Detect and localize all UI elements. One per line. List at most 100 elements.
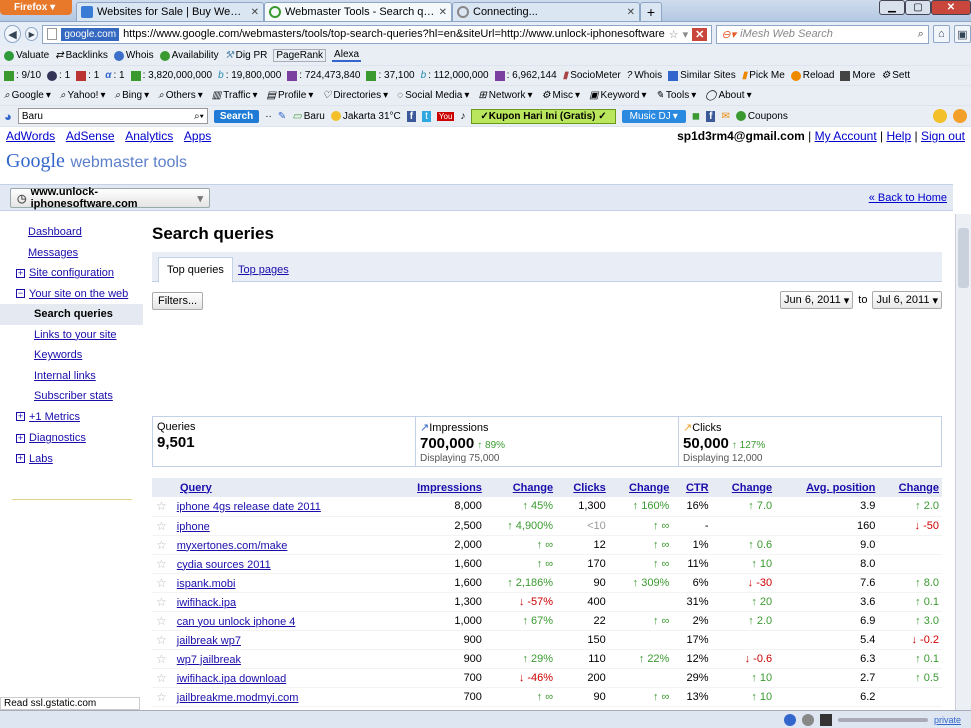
column-header-position-change[interactable]: Change (878, 478, 942, 497)
url-bar[interactable]: google.com https://www.google.com/webmas… (42, 24, 713, 44)
date-from-select[interactable]: Jun 6, 2011 ▾ (780, 291, 854, 309)
query-link[interactable]: myxertones.com/make (177, 540, 288, 552)
adsense-link[interactable]: AdSense (66, 129, 115, 143)
toolbar-item-similar-sites[interactable]: Similar Sites (668, 70, 736, 81)
toolbar-item-valuate[interactable]: Valuate (4, 50, 49, 61)
search-icon[interactable]: ⌕▾ (194, 111, 204, 122)
star-icon[interactable]: ☆ (156, 538, 167, 552)
sidebar-item-links-to-your-site[interactable]: Links to your site (0, 325, 143, 346)
search-engine-icon[interactable]: ⊖▾ (721, 28, 736, 41)
toolbar-item-backlinks[interactable]: ⇄ Backlinks (55, 50, 108, 61)
back-to-home-link[interactable]: « Back to Home (869, 192, 947, 204)
browser-tab-2[interactable]: Webmaster Tools - Search queries ✕ (264, 1, 452, 21)
star-icon[interactable]: ☆ (156, 690, 167, 704)
toolbar-item-digpr[interactable]: ⚒ Dig PR (225, 50, 268, 61)
menu-tools[interactable]: ✎ Tools ▾ (655, 90, 696, 101)
column-header-clicks[interactable]: Clicks (556, 478, 609, 497)
sidebar-item-label[interactable]: Keywords (34, 349, 82, 361)
column-header-ctr[interactable]: CTR (672, 478, 712, 497)
expand-icon[interactable]: + (16, 412, 25, 422)
query-link[interactable]: iwifihack.ipa (177, 597, 236, 609)
metric-pagerank[interactable]: : 9/10 (4, 70, 41, 81)
sidebar-item-label[interactable]: Messages (28, 247, 78, 259)
menu-bing[interactable]: ⌕ Bing ▾ (114, 90, 149, 101)
menu-traffic[interactable]: ▥ Traffic ▾ (212, 90, 258, 101)
toolbar-item-reload[interactable]: Reload (790, 70, 834, 81)
toolbar-highlight-icon[interactable]: ✎ (278, 111, 286, 122)
sidebar-item-keywords[interactable]: Keywords (0, 345, 143, 366)
addon-icon[interactable] (953, 109, 967, 123)
facebook-icon[interactable]: f (406, 110, 417, 122)
url-text[interactable]: https://www.google.com/webmasters/tools/… (123, 28, 665, 40)
star-icon[interactable]: ☆ (156, 595, 167, 609)
metric-yahoo-backlinks[interactable]: : 6,962,144 (494, 70, 557, 81)
sidebar-item-label[interactable]: Your site on the web (29, 288, 128, 300)
coupons-button[interactable]: Coupons (735, 111, 788, 122)
date-to-select[interactable]: Jul 6, 2011 ▾ (872, 291, 942, 309)
browser-tab-1[interactable]: Websites for Sale | Buy Websites for S..… (76, 1, 264, 21)
close-tab-icon[interactable]: ✕ (251, 7, 259, 18)
metric-google-backlinks[interactable]: : 37,100 (366, 70, 415, 81)
tab-top-pages[interactable]: Top pages (230, 257, 297, 283)
star-icon[interactable]: ☆ (156, 652, 167, 666)
menu-social-media[interactable]: ◌ Social Media ▾ (397, 90, 469, 101)
mail-icon[interactable]: ✉ (721, 111, 729, 122)
metric-bing-backlinks[interactable]: b: 112,000,000 (421, 70, 489, 81)
column-header-impressions-change[interactable]: Change (484, 478, 557, 497)
sidebar-item-subscriber-stats[interactable]: Subscriber stats (0, 386, 143, 407)
star-icon[interactable]: ☆ (156, 671, 167, 685)
sidebar-item-label[interactable]: Internal links (34, 370, 96, 382)
sidebar-item-messages[interactable]: Messages (0, 243, 143, 264)
metric-google-index[interactable]: : 3,820,000,000 (130, 70, 212, 81)
star-icon[interactable]: ☆ (156, 557, 167, 571)
metric-alexa[interactable]: α: 1 (105, 70, 124, 81)
tab-top-queries[interactable]: Top queries (158, 257, 233, 283)
star-icon[interactable]: ☆ (156, 519, 167, 533)
column-header-avg-position[interactable]: Avg. position (775, 478, 879, 497)
menu-directories[interactable]: ♡ Directories ▾ (322, 90, 388, 101)
query-link[interactable]: jailbreak wp7 (177, 635, 241, 647)
sidebar-item-label[interactable]: +1 Metrics (29, 411, 80, 423)
sidebar-item-labs[interactable]: + Labs (0, 449, 143, 470)
filters-button[interactable]: Filters... (152, 292, 204, 310)
menu-keyword[interactable]: ▣ Keyword ▾ (589, 90, 646, 101)
toolbar-item-pick-me[interactable]: ▮ Pick Me (742, 70, 785, 81)
toolbar-search-input[interactable]: Baru ⌕▾ (17, 108, 208, 124)
search-icon[interactable]: ⌕ (918, 28, 924, 41)
addon-status-icon[interactable] (819, 713, 832, 726)
expand-icon[interactable]: + (16, 433, 25, 443)
query-link[interactable]: iphone (177, 521, 210, 533)
stat-queries[interactable]: Queries 9,501 (153, 417, 416, 466)
browser-tab-3[interactable]: Connecting... ✕ (452, 1, 640, 21)
query-link[interactable]: iwifihack.ipa download (177, 673, 286, 685)
query-link[interactable]: jailbreakme.modmyi.com (177, 692, 299, 704)
sidebar-item-dashboard[interactable]: Dashboard (0, 222, 143, 243)
sign-out-link[interactable]: Sign out (921, 129, 965, 143)
back-button[interactable]: ◀ (4, 25, 22, 43)
collapse-icon[interactable]: − (16, 289, 25, 299)
webmaster-tools-logo[interactable]: Google webmaster tools (6, 150, 187, 173)
column-header-query[interactable]: Query (152, 478, 388, 497)
star-icon[interactable]: ☆ (156, 499, 167, 513)
toolbar-item-availability[interactable]: Availability (159, 50, 219, 61)
sidebar-item-label[interactable]: Dashboard (28, 226, 82, 238)
sidebar-item-label[interactable]: Diagnostics (29, 432, 86, 444)
stat-impressions[interactable]: ↗Impressions 700,000 ↑ 89% Displaying 75,… (416, 417, 679, 466)
kupon-button[interactable]: ✓Kupon Hari Ini (Gratis) ✓ (471, 108, 616, 124)
video-icon[interactable]: ◼ (692, 111, 700, 122)
new-tab-button[interactable]: + (640, 1, 662, 21)
metric-bing-index[interactable]: b: 19,800,000 (218, 70, 281, 81)
forward-button[interactable]: ▶ (25, 27, 39, 41)
sidebar-item-diagnostics[interactable]: + Diagnostics (0, 428, 143, 449)
sidebar-item-internal-links[interactable]: Internal links (0, 366, 143, 387)
analytics-link[interactable]: Analytics (125, 129, 173, 143)
toolbar-search-button[interactable]: Search (213, 109, 260, 123)
music-dj-button[interactable]: Music DJ ▾ (621, 109, 686, 123)
toolbar-item-settings[interactable]: ⚙ Sett (881, 70, 910, 81)
expand-icon[interactable]: + (16, 454, 25, 464)
toolbar-item-alexa[interactable]: Alexa (332, 49, 362, 62)
toolbar-item-more[interactable]: More (840, 70, 875, 81)
window-menu-icon[interactable]: ▣ (953, 25, 971, 43)
maximize-button[interactable]: ▢ (905, 0, 931, 15)
sidebar-item-site-configuration[interactable]: + Site configuration (0, 263, 143, 284)
